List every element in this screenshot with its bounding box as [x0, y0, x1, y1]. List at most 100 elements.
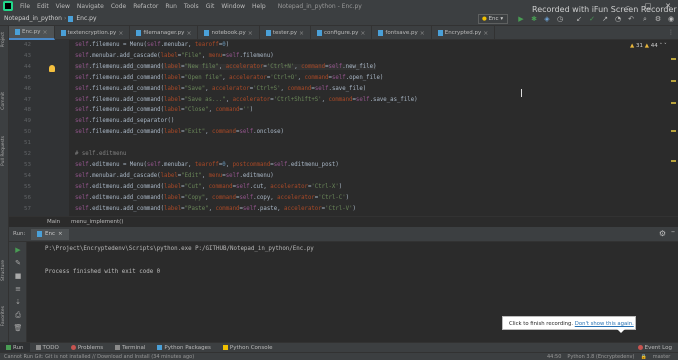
caret-position[interactable]: 44:50	[547, 354, 561, 360]
code-line[interactable]: self.filemenu.add_command(label="Close",…	[75, 107, 253, 113]
stripe-mark[interactable]	[671, 102, 676, 104]
close-icon[interactable]: ×	[58, 229, 63, 240]
code-line[interactable]: self.filemenu.add_command(label="Open fi…	[75, 75, 383, 81]
close-icon[interactable]: ×	[186, 30, 191, 37]
chevron-up-icon[interactable]: ˄	[659, 43, 662, 49]
stripe-mark[interactable]	[671, 58, 676, 60]
tool-tab-terminal[interactable]: Terminal	[109, 343, 151, 353]
editor-tab[interactable]: filemanager.py ×	[130, 26, 199, 40]
dont-show-again-link[interactable]: Don't show this again.	[575, 321, 634, 327]
code-editor[interactable]: self.filemenu = Menu(self.menubar, tearo…	[69, 40, 678, 216]
menu-edit[interactable]: Edit	[37, 3, 49, 10]
settings-icon[interactable]: ⚙	[653, 14, 663, 24]
coverage-icon[interactable]: ◈	[542, 14, 552, 24]
code-line[interactable]: self.filemenu.add_command(label="Save", …	[75, 86, 366, 92]
tool-tab-python-console[interactable]: Python Console	[217, 343, 279, 353]
error-stripe[interactable]	[671, 40, 676, 216]
chevron-down-icon[interactable]: ˅	[664, 43, 667, 49]
editor-tab[interactable]: Encrypted.py ×	[432, 26, 496, 40]
tool-structure[interactable]: Structure	[1, 260, 6, 281]
editor-tab[interactable]: Enc.py ×	[9, 26, 55, 40]
run-configuration-select[interactable]: ● Enc ▾	[478, 14, 508, 24]
code-line[interactable]: self.menubar.add_cascade(label="File", m…	[75, 53, 274, 59]
menu-code[interactable]: Code	[111, 3, 126, 10]
editor-tab[interactable]: fontsave.py ×	[372, 26, 432, 40]
scroll-to-end-icon[interactable]: ⇣	[12, 297, 24, 307]
inspection-widget[interactable]: ▲ 31 ▲ 44 ˄ ˅	[630, 43, 667, 49]
lightbulb-icon[interactable]	[49, 65, 55, 72]
tool-tab-event-log[interactable]: Event Log	[632, 343, 678, 353]
tool-tab-run[interactable]: Run	[0, 342, 30, 353]
git-branch[interactable]: master	[653, 354, 671, 360]
code-line[interactable]: self.filemenu.add_separator()	[75, 118, 174, 124]
tool-tab-todo[interactable]: TODO	[30, 343, 65, 353]
tabs-more-icon[interactable]: ⋮	[664, 26, 678, 39]
rerun-icon[interactable]: ▶	[12, 245, 24, 255]
code-with-me-icon[interactable]: ◉	[666, 14, 676, 24]
status-message[interactable]: Cannot Run Git: Git is not installed // …	[4, 354, 194, 360]
breadcrumb-project[interactable]: Notepad_in_python	[4, 15, 62, 22]
breadcrumb-file[interactable]: Enc.py	[76, 15, 96, 22]
history-icon[interactable]: ◔	[613, 14, 623, 24]
code-line[interactable]: self.editmenu.add_command(label="Copy", …	[75, 195, 349, 201]
editor-tab[interactable]: textencryption.py ×	[55, 26, 131, 40]
menu-navigate[interactable]: Navigate	[77, 3, 104, 10]
menu-file[interactable]: File	[20, 3, 30, 10]
tool-favorites[interactable]: Favorites	[1, 306, 6, 326]
close-icon[interactable]: ×	[118, 30, 123, 37]
menu-help[interactable]: Help	[252, 3, 266, 10]
code-line[interactable]: self.editmenu.add_command(label="Cut", c…	[75, 184, 342, 190]
menu-run[interactable]: Run	[165, 3, 177, 10]
menu-refactor[interactable]: Refactor	[133, 3, 158, 10]
stop-icon[interactable]: ■	[12, 271, 24, 281]
run-icon[interactable]: ▶	[516, 14, 526, 24]
stripe-mark[interactable]	[671, 160, 676, 162]
tool-commit[interactable]: Commit	[1, 92, 6, 110]
rollback-icon[interactable]: ↶	[626, 14, 636, 24]
git-commit-icon[interactable]: ✓	[587, 14, 597, 24]
close-icon[interactable]: ×	[483, 30, 488, 37]
close-icon[interactable]: ×	[248, 30, 253, 37]
tool-project[interactable]: Project	[1, 32, 6, 47]
code-line[interactable]: self.filemenu.add_command(label="Exit", …	[75, 129, 284, 135]
code-line[interactable]: self.filemenu.add_command(label="Save as…	[75, 97, 418, 103]
lock-icon[interactable]: 🔒	[640, 354, 646, 360]
gear-icon[interactable]: ⚙	[659, 229, 666, 238]
code-line[interactable]: self.menubar.add_cascade(label="Edit", m…	[75, 173, 274, 179]
menu-tools[interactable]: Tools	[184, 3, 199, 10]
code-line[interactable]: self.editmenu = Menu(self.menubar, tearo…	[75, 162, 339, 168]
crumb-class[interactable]: Main	[47, 219, 60, 225]
tool-tab-python-packages[interactable]: Python Packages	[151, 343, 216, 353]
git-push-icon[interactable]: ↗	[600, 14, 610, 24]
code-line[interactable]: # self.editmenu	[75, 151, 126, 157]
tool-tab-problems[interactable]: Problems	[65, 343, 109, 353]
trash-icon[interactable]: 🗑	[12, 323, 24, 333]
run-tab-enc[interactable]: Enc ×	[31, 229, 69, 240]
close-icon[interactable]: ×	[42, 29, 47, 36]
search-everywhere-icon[interactable]: ⌕	[640, 14, 650, 24]
stripe-mark[interactable]	[671, 80, 676, 82]
code-line[interactable]: self.filemenu = Menu(self.menubar, tearo…	[75, 42, 229, 48]
print-icon[interactable]: ⎙	[12, 310, 24, 320]
code-line[interactable]: self.editmenu.add_command(label="Paste",…	[75, 206, 356, 212]
crumb-method[interactable]: menu_implement()	[71, 219, 123, 225]
menu-view[interactable]: View	[56, 3, 70, 10]
python-interpreter[interactable]: Python 3.8 (Encryptedenv)	[567, 354, 634, 360]
wrench-icon[interactable]: ✎	[12, 258, 24, 268]
debug-icon[interactable]: ✱	[529, 14, 539, 24]
close-icon[interactable]: ×	[299, 30, 304, 37]
menu-window[interactable]: Window	[221, 3, 245, 10]
tool-pull-requests[interactable]: Pull Requests	[1, 136, 6, 166]
editor-tab[interactable]: configure.py ×	[311, 26, 373, 40]
soft-wrap-icon[interactable]: ≡	[12, 284, 24, 294]
git-update-icon[interactable]: ↙	[574, 14, 584, 24]
minimize-panel-icon[interactable]: –	[671, 227, 675, 236]
close-icon[interactable]: ×	[360, 30, 365, 37]
editor-tab[interactable]: tester.py ×	[260, 26, 312, 40]
stripe-mark[interactable]	[671, 130, 676, 132]
code-line[interactable]: self.filemenu.add_command(label="New fil…	[75, 63, 377, 70]
close-icon[interactable]: ×	[420, 30, 425, 37]
profile-icon[interactable]: ◷	[555, 14, 565, 24]
editor-tab[interactable]: notebook.py ×	[198, 26, 260, 40]
menu-git[interactable]: Git	[206, 3, 215, 10]
